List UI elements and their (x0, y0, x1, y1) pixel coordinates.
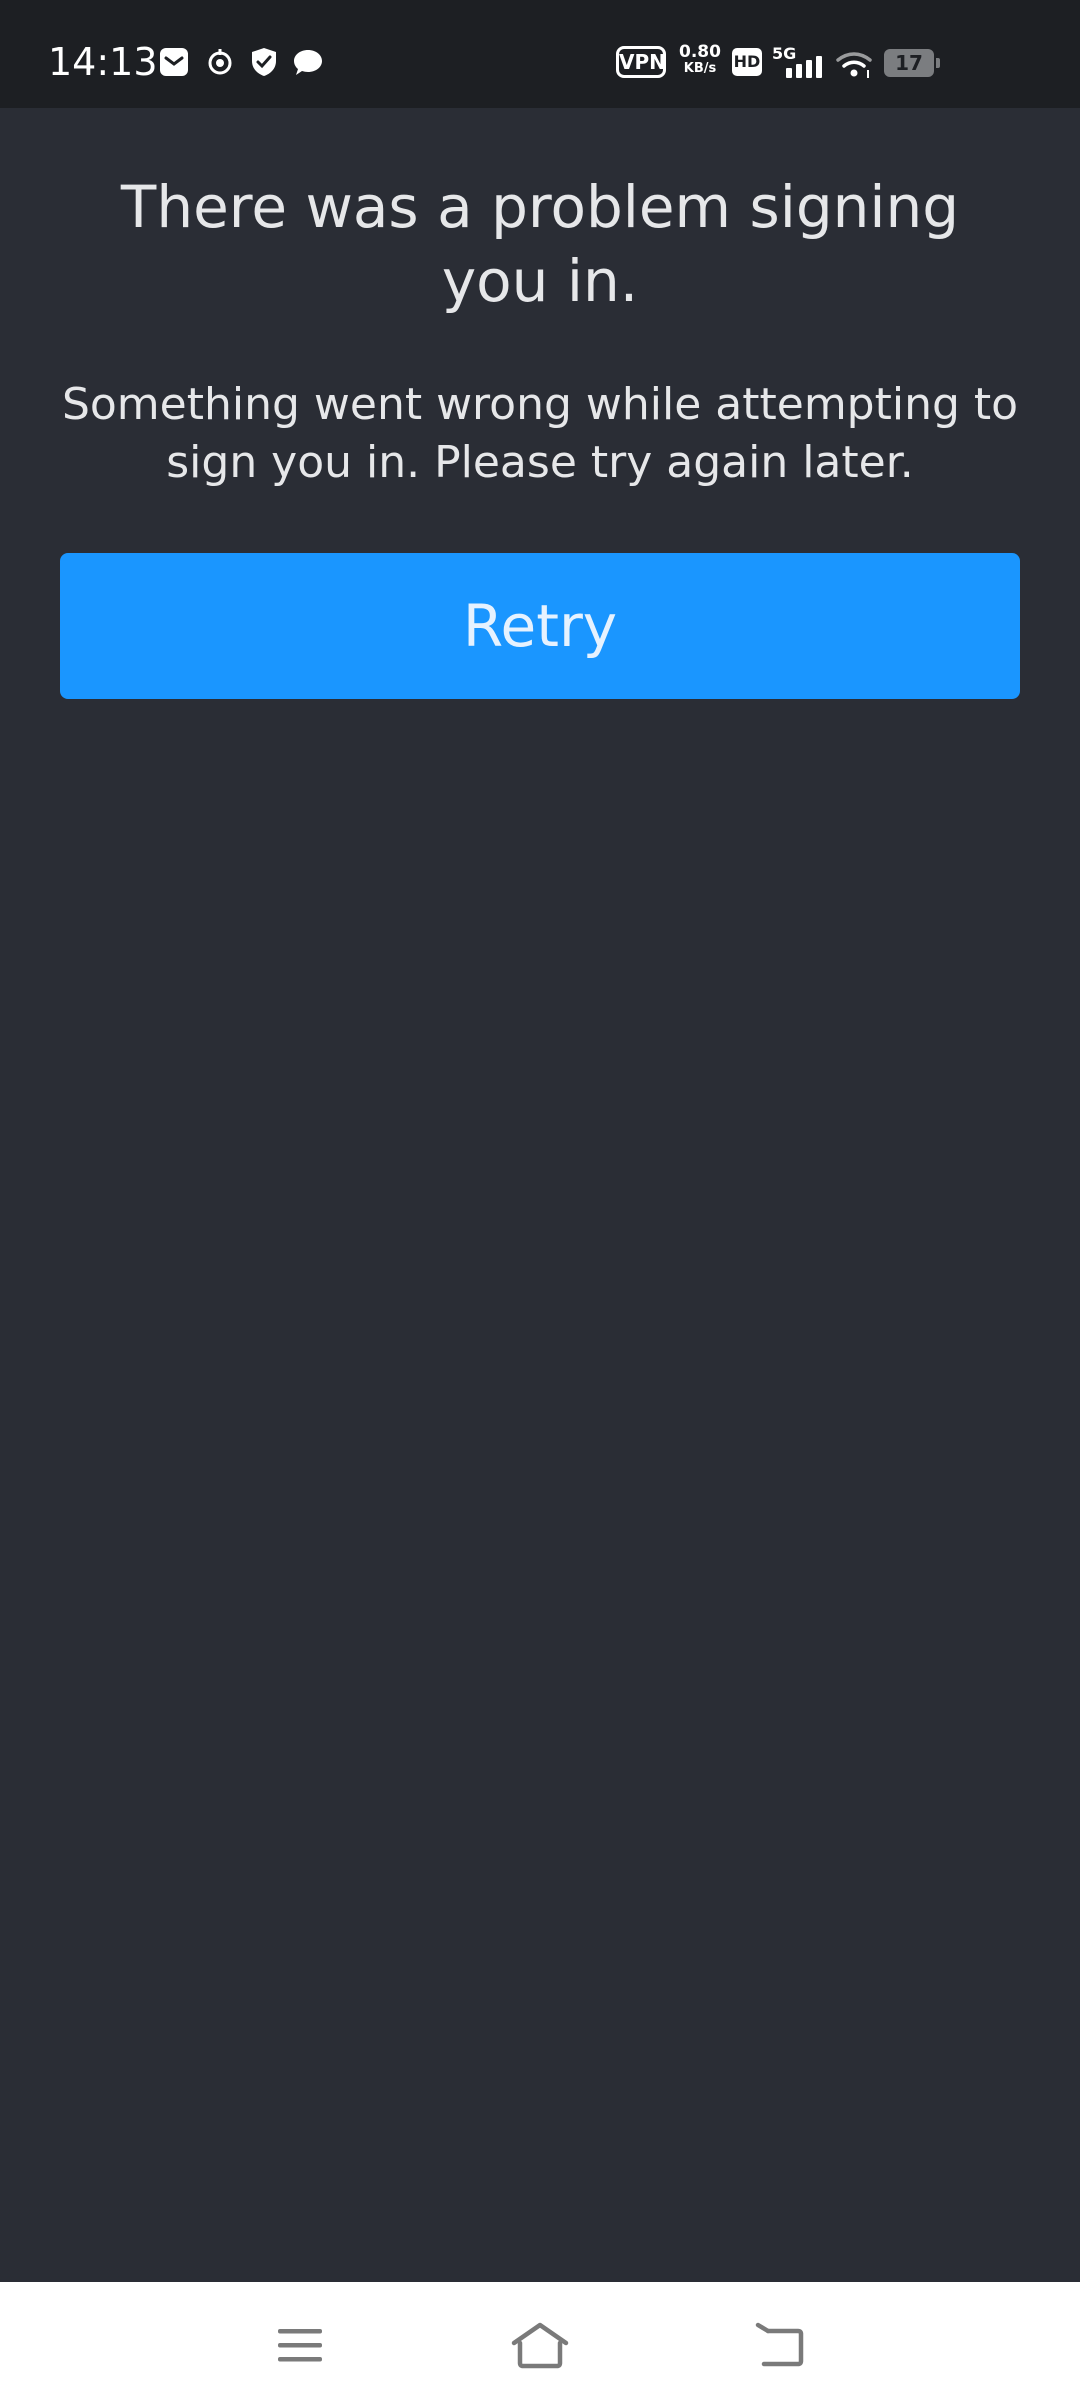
menu-button[interactable] (260, 2308, 340, 2382)
speed-unit: KB/s (683, 61, 717, 76)
signal-icon (786, 56, 822, 78)
status-bar: 14:13 VPN 0.80 KB/s HD 5G 17 (0, 0, 1080, 108)
sync-icon (208, 49, 232, 75)
shield-check-icon (252, 48, 276, 76)
home-button[interactable] (500, 2308, 580, 2382)
back-button[interactable] (740, 2308, 820, 2382)
back-icon (755, 2322, 804, 2367)
error-title: There was a problem signing you in. (120, 173, 960, 315)
menu-icon (278, 2329, 322, 2362)
retry-button[interactable]: Retry (60, 553, 1020, 699)
mail-icon (160, 48, 188, 76)
chat-bubble-icon (294, 50, 322, 75)
status-time: 14:13 (48, 40, 158, 84)
hd-badge: HD (732, 48, 762, 76)
error-message: Something went wrong while attempting to… (61, 379, 1019, 488)
network-speed: 0.80 KB/s (678, 42, 722, 77)
navigation-bar (0, 2282, 1080, 2408)
home-icon (511, 2322, 569, 2369)
speed-value: 0.80 (679, 42, 721, 62)
wifi-icon (836, 52, 872, 78)
sign-in-error-screen: There was a problem signing you in. Some… (0, 108, 1080, 2282)
battery-icon: 17 (884, 49, 940, 77)
vpn-badge: VPN (616, 46, 666, 78)
